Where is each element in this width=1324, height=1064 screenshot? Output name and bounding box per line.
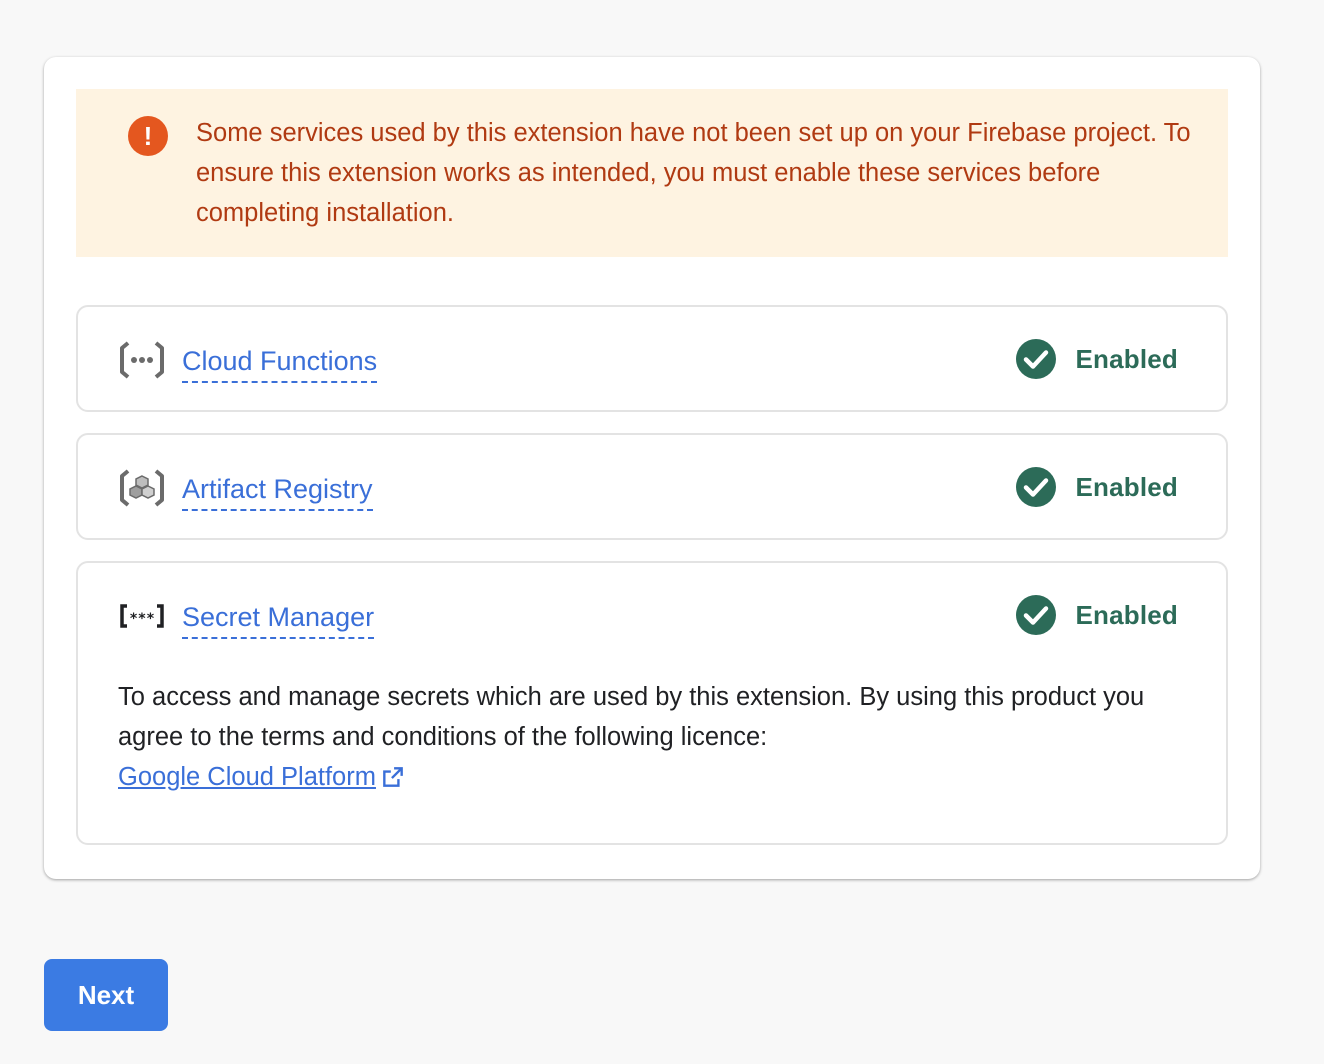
warning-text: Some services used by this extension hav… — [196, 119, 1191, 227]
cloud-functions-icon — [120, 341, 164, 379]
external-link-icon[interactable] — [380, 764, 406, 790]
services-card: ! Some services used by this extension h… — [44, 57, 1260, 879]
service-card-artifact-registry: Artifact Registry Enabled — [76, 433, 1228, 540]
check-circle-icon — [1016, 467, 1057, 507]
check-circle-icon — [1016, 595, 1057, 635]
description-text: To access and manage secrets which are u… — [118, 683, 1145, 751]
warning-banner: ! Some services used by this extension h… — [76, 89, 1228, 257]
exclamation-icon: ! — [128, 116, 168, 156]
check-circle-icon — [1016, 339, 1057, 379]
service-card-cloud-functions: Cloud Functions Enabled — [76, 305, 1228, 412]
status-badge: Enabled — [1015, 465, 1178, 509]
artifact-registry-icon — [120, 469, 164, 507]
service-link-secret-manager[interactable]: Secret Manager — [182, 599, 375, 639]
status-badge: Enabled — [1015, 337, 1178, 381]
service-description: To access and manage secrets which are u… — [118, 677, 1198, 797]
license-link[interactable]: Google Cloud Platform — [118, 763, 376, 791]
service-link-artifact-registry[interactable]: Artifact Registry — [182, 471, 373, 511]
service-card-secret-manager: *** Secret Manager Enabled To access and… — [76, 561, 1228, 845]
svg-text:***: *** — [129, 611, 154, 627]
status-label: Enabled — [1075, 599, 1178, 630]
status-label: Enabled — [1075, 343, 1178, 374]
status-label: Enabled — [1075, 471, 1178, 502]
secret-manager-icon: *** — [120, 604, 164, 628]
service-link-cloud-functions[interactable]: Cloud Functions — [182, 343, 378, 383]
next-button[interactable]: Next — [44, 959, 168, 1031]
status-badge: Enabled — [1015, 593, 1178, 637]
